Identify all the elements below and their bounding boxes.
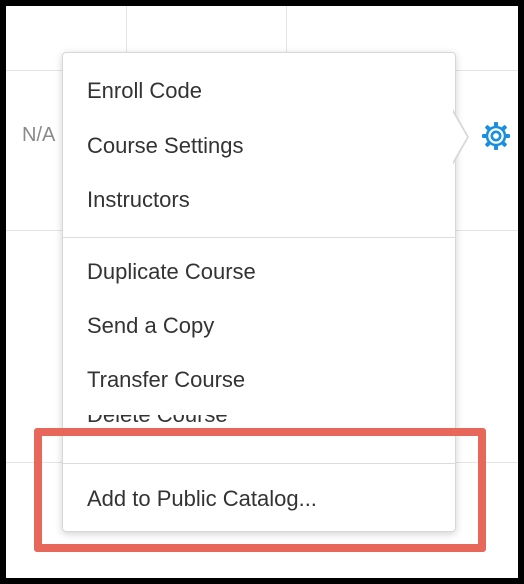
table-cell-value: N/A — [22, 124, 56, 146]
menu-item-transfer-course[interactable]: Transfer Course — [87, 367, 245, 393]
course-actions-menu: Enroll Code Course Settings Instructors … — [62, 52, 456, 532]
popover-arrow-fill — [452, 111, 467, 163]
screenshot-frame: N/A Enroll Code Course Settings Instruct… — [6, 6, 518, 578]
menu-item-add-to-public-catalog[interactable]: Add to Public Catalog... — [87, 486, 317, 512]
menu-divider — [63, 463, 455, 464]
menu-item-enroll-code[interactable]: Enroll Code — [87, 78, 202, 104]
menu-divider — [63, 237, 455, 238]
menu-item-delete-course-label: Delete Course — [87, 415, 228, 427]
menu-item-instructors[interactable]: Instructors — [87, 187, 190, 213]
menu-item-send-a-copy[interactable]: Send a Copy — [87, 313, 214, 339]
gear-icon[interactable] — [480, 120, 512, 152]
menu-item-duplicate-course[interactable]: Duplicate Course — [87, 259, 256, 285]
menu-item-course-settings[interactable]: Course Settings — [87, 133, 244, 159]
menu-item-delete-course[interactable]: Delete Course — [87, 415, 228, 429]
